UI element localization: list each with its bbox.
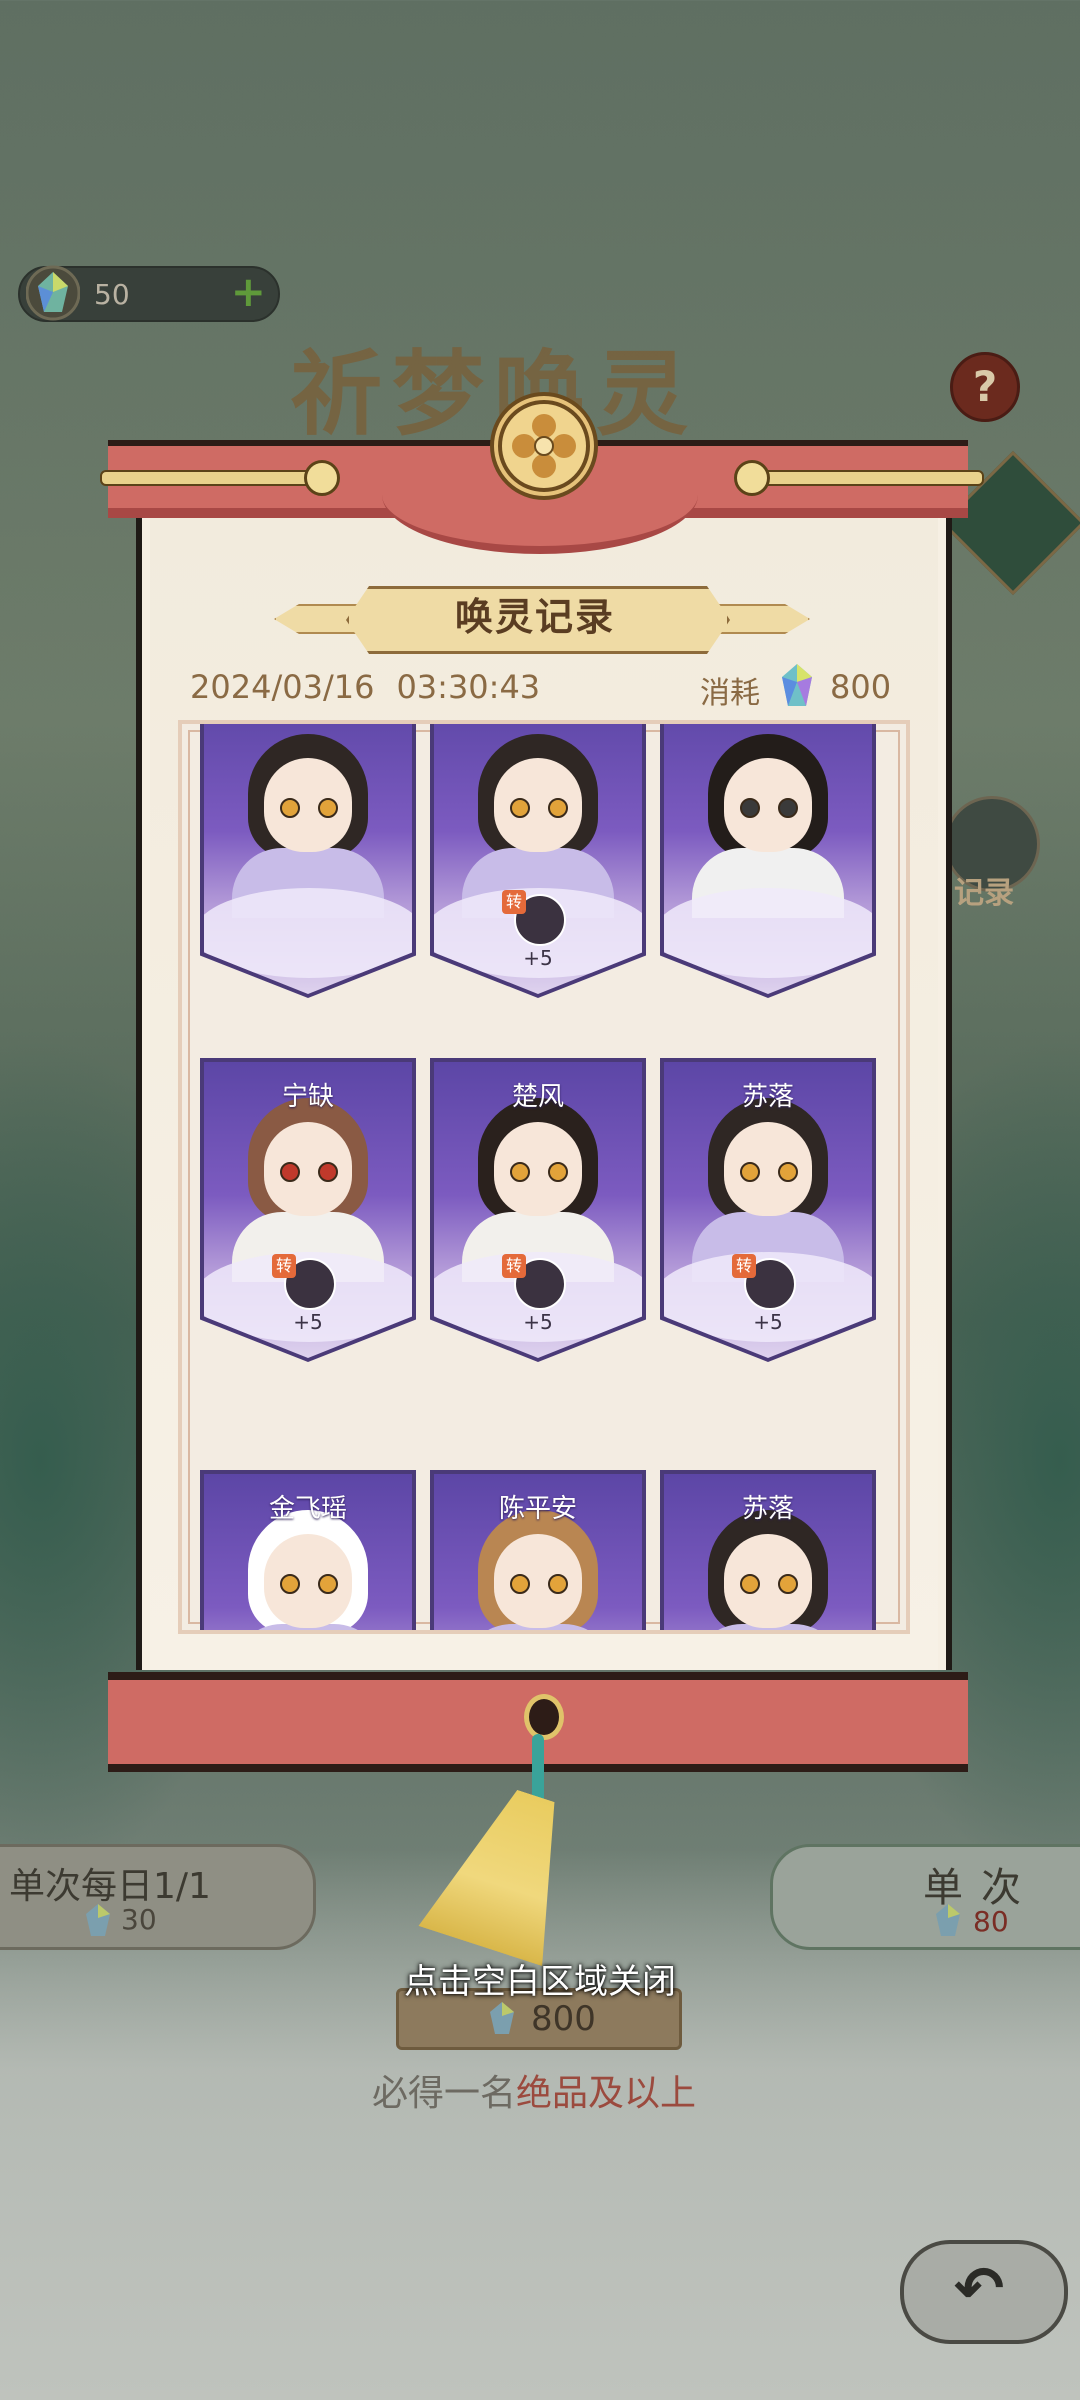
character-card[interactable]: 金飞瑶 — [204, 1474, 412, 1630]
card-swirl — [204, 888, 412, 978]
character-face — [724, 758, 812, 852]
character-card[interactable] — [204, 724, 412, 994]
character-eye — [318, 1574, 338, 1594]
character-face — [494, 1534, 582, 1628]
record-date: 2024/03/16 — [190, 668, 375, 706]
jade-gem-icon — [936, 1904, 960, 1936]
scroll-rod-right — [752, 470, 984, 486]
cost-label: 消耗 — [700, 676, 760, 711]
close-hint[interactable]: 点击空白区域关闭 — [0, 1954, 1080, 2003]
character-name: 宁缺 — [281, 1082, 334, 1112]
transfer-tag: 转 — [272, 1254, 296, 1278]
record-timestamp: 2024/03/16 03:30:43 — [190, 668, 540, 706]
character-card[interactable]: 陈平安 — [434, 1474, 642, 1630]
character-face — [494, 1122, 582, 1216]
jade-gem-icon — [86, 1904, 110, 1936]
character-eye — [548, 1162, 568, 1182]
currency-amount: 50 — [94, 278, 130, 311]
scroll-rod-left — [100, 470, 332, 486]
guarantee-prefix: 必得一名 — [372, 2073, 517, 2114]
guarantee-highlight: 绝品及以上 — [516, 2073, 697, 2114]
character-card[interactable]: 转 +5 — [434, 724, 642, 994]
character-name: 苏落 — [741, 1082, 794, 1112]
scroll-rod-knob-right — [734, 460, 770, 496]
character-name: 楚风 — [511, 1082, 564, 1112]
character-card[interactable]: 苏落 — [664, 1474, 872, 1630]
summon-record-grid[interactable]: 转 +5 宁缺转 +5 楚风转 +5 苏落转 +5 金飞瑶 陈平安 苏落 — [178, 720, 910, 1634]
character-face — [264, 1122, 352, 1216]
character-eye — [280, 1574, 300, 1594]
character-eye — [318, 798, 338, 818]
currency-bar: 50 + — [18, 265, 280, 322]
transfer-tag: 转 — [502, 1254, 526, 1278]
transfer-tag: 转 — [732, 1254, 756, 1278]
jade-gem-icon — [782, 664, 812, 706]
character-eye — [740, 798, 760, 818]
character-face — [264, 1534, 352, 1628]
character-face — [264, 758, 352, 852]
character-name: 金飞瑶 — [268, 1494, 347, 1524]
tassel-ring — [524, 1694, 564, 1740]
character-eye — [548, 798, 568, 818]
scroll-rod-knob-left — [304, 460, 340, 496]
character-face — [724, 1122, 812, 1216]
question-icon[interactable]: ? — [950, 352, 1020, 422]
character-eye — [510, 1162, 530, 1182]
single-daily-cost: 30 — [121, 1903, 157, 1936]
character-face — [724, 1534, 812, 1628]
back-button[interactable]: ↶ — [900, 2240, 1068, 2344]
single-daily-label: 单次每日1/1 — [9, 1866, 211, 1907]
transfer-tag: 转 — [502, 890, 526, 914]
character-eye — [778, 1162, 798, 1182]
character-eye — [778, 798, 798, 818]
ten-pull-cost-value: 800 — [531, 1999, 596, 2039]
cost-value: 800 — [830, 668, 892, 706]
back-arrow-icon: ↶ — [954, 2254, 1005, 2324]
character-eye — [740, 1574, 760, 1594]
character-card[interactable]: 宁缺转 +5 — [204, 1062, 412, 1358]
guarantee-text: 必得一名绝品及以上 — [372, 2064, 696, 2116]
character-eye — [318, 1162, 338, 1182]
character-card[interactable]: 苏落转 +5 — [664, 1062, 872, 1358]
tassel-cord — [532, 1734, 544, 1804]
character-eye — [510, 1574, 530, 1594]
character-name: 陈平安 — [498, 1494, 577, 1524]
character-name: 苏落 — [741, 1494, 794, 1524]
character-eye — [548, 1574, 568, 1594]
character-eye — [778, 1574, 798, 1594]
dialog-title: 唤灵记录 — [454, 595, 615, 639]
flower-emblem-icon — [490, 392, 598, 500]
character-eye — [740, 1162, 760, 1182]
character-card[interactable] — [664, 724, 872, 994]
single-summon-button[interactable]: 单次 80 — [770, 1844, 1080, 1950]
character-eye — [280, 1162, 300, 1182]
record-time: 03:30:43 — [396, 668, 541, 706]
jade-gem-icon — [26, 265, 80, 321]
character-eye — [510, 798, 530, 818]
jade-gem-icon — [490, 2002, 514, 2034]
single-daily-summon-button[interactable]: 单次每日1/1 30 — [0, 1844, 316, 1950]
record-button-label[interactable]: 记录 — [954, 868, 1014, 912]
single-cost: 80 — [973, 1905, 1009, 1938]
add-currency-button[interactable]: + — [231, 270, 266, 314]
character-card[interactable]: 楚风转 +5 — [434, 1062, 642, 1358]
character-face — [494, 758, 582, 852]
character-eye — [280, 798, 300, 818]
card-swirl — [664, 888, 872, 978]
